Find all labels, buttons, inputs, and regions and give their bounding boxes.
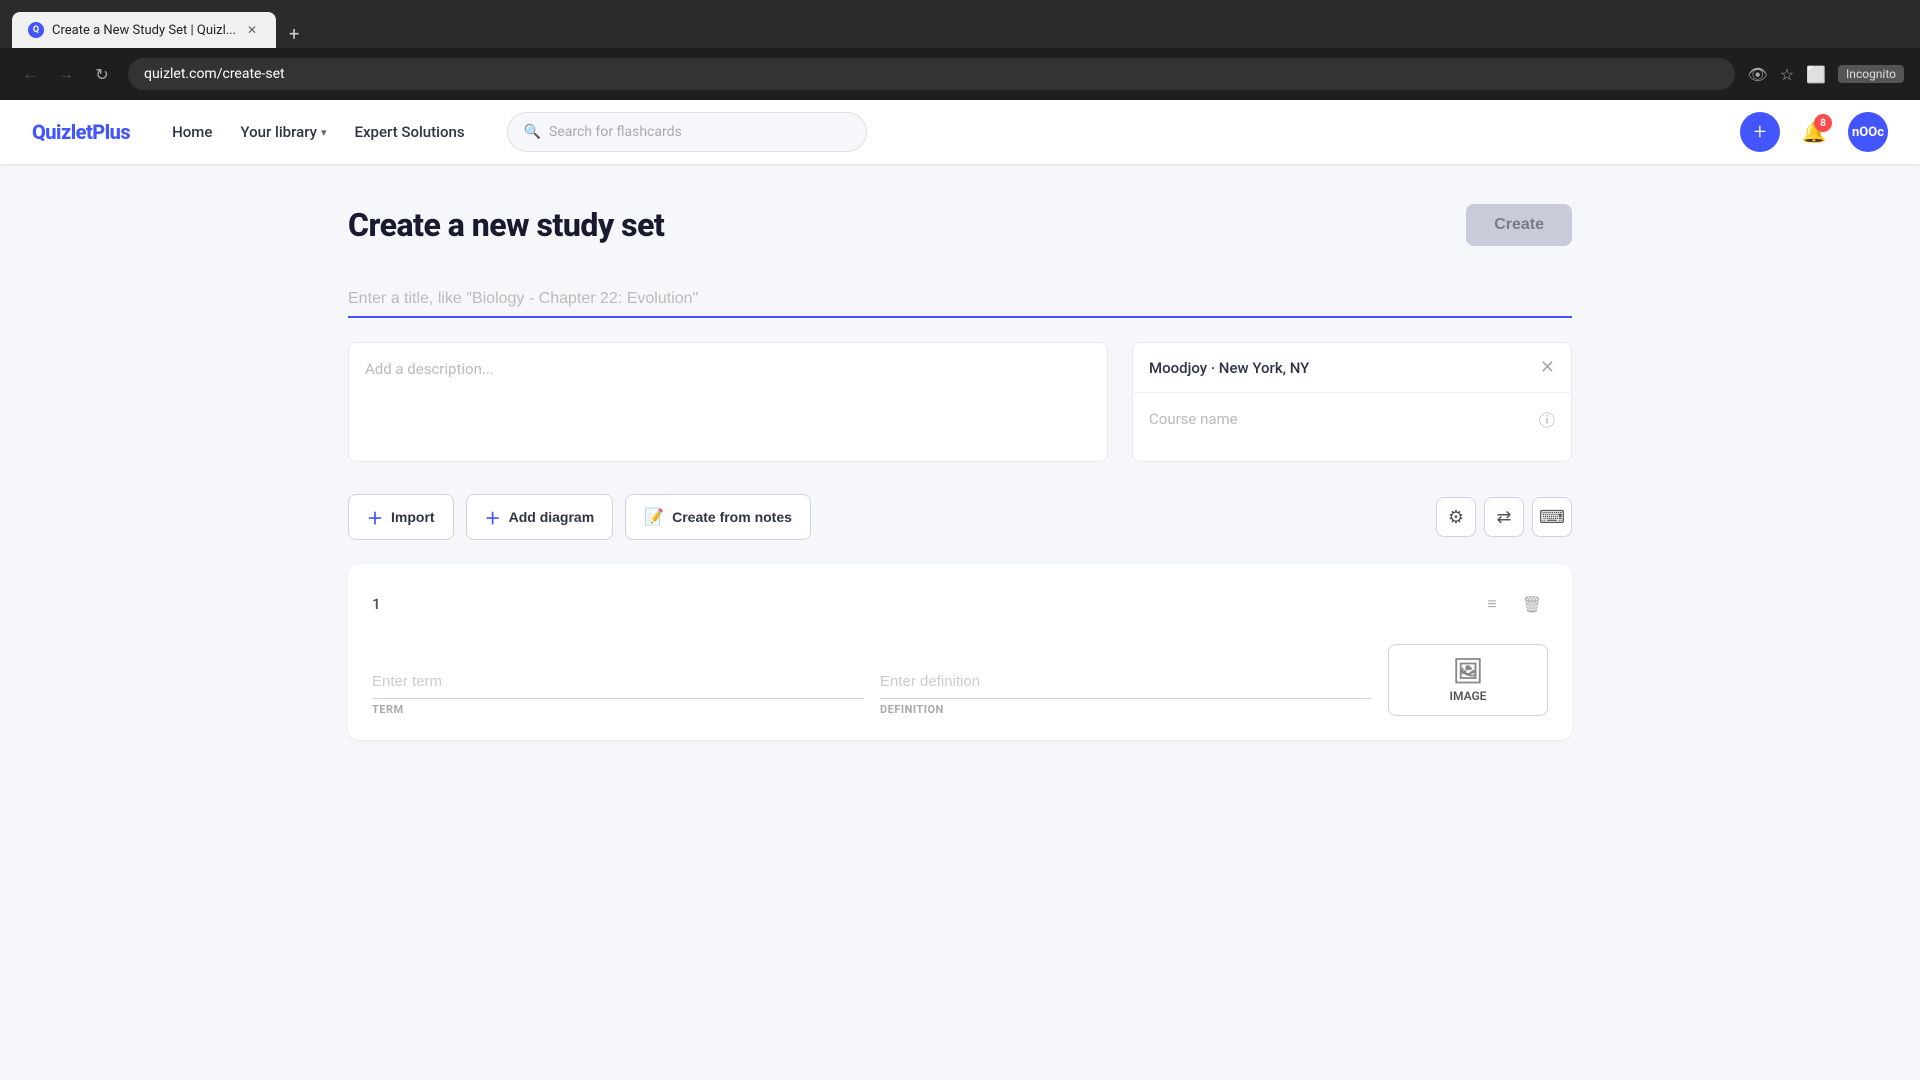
settings-btn[interactable]: ⚙ [1436,497,1476,537]
title-input[interactable] [348,282,1572,318]
refresh-btn[interactable]: ↻ [88,60,116,88]
page-header: Create a new study set Create [348,204,1572,246]
diagram-icon: ＋ [485,505,501,529]
extension-icon: ⬜ [1806,65,1826,84]
add-diagram-button[interactable]: ＋ Add diagram [466,494,614,540]
swap-icon: ⇄ [1496,507,1511,528]
notes-icon: 📝 [644,507,664,527]
incognito-badge: Incognito [1838,65,1904,83]
definition-input[interactable] [880,665,1372,699]
tab-title: Create a New Study Set | Quizl... [52,23,236,38]
address-actions: 👁 ☆ ⬜ Incognito [1747,65,1904,84]
title-input-wrap [348,282,1572,318]
reorder-btn[interactable]: ≡ [1476,588,1508,620]
tab-favicon: Q [28,22,44,38]
url-text: quizlet.com/create-set [144,66,285,82]
info-icon[interactable]: ⓘ [1539,407,1555,431]
home-label: Home [172,123,212,141]
school-row: Moodjoy · New York, NY ✕ [1133,343,1571,393]
search-placeholder: Search for flashcards [549,124,682,140]
browser-tabs: Q Create a New Study Set | Quizl... ✕ + [12,0,308,48]
import-label: Import [391,509,435,525]
import-button[interactable]: ＋ Import [348,494,454,540]
expert-solutions-label: Expert Solutions [355,123,465,141]
toolbar: ＋ Import ＋ Add diagram 📝 Create from not… [348,494,1572,540]
card-top: 1 ≡ 🗑 [372,588,1548,620]
image-icon: 🖼 [1453,657,1483,685]
tab-close-btn[interactable]: ✕ [244,22,260,38]
toolbar-left: ＋ Import ＋ Add diagram 📝 Create from not… [348,494,811,540]
keyboard-icon: ⌨ [1539,507,1565,528]
nav-links: Home Your library ▾ Expert Solutions [162,117,474,147]
description-placeholder: Add a description... [365,360,494,378]
notification-badge: 8 [1814,114,1832,132]
image-btn[interactable]: 🖼 IMAGE [1388,644,1548,716]
your-library-label: Your library [240,123,317,141]
add-diagram-label: Add diagram [509,509,595,525]
search-bar[interactable]: 🔍 Search for flashcards [507,112,867,152]
course-placeholder: Course name [1149,410,1539,428]
term-label: TERM [372,703,864,716]
page-content: Create a new study set Create Add a desc… [300,164,1620,796]
nav-buttons: ← → ↻ [16,60,116,88]
swap-btn[interactable]: ⇄ [1484,497,1524,537]
add-button[interactable]: + [1740,112,1780,152]
forward-btn[interactable]: → [52,60,80,88]
address-bar: ← → ↻ quizlet.com/create-set 👁 ☆ ⬜ Incog… [0,48,1920,100]
chevron-down-icon: ▾ [321,126,327,139]
image-label: IMAGE [1450,689,1487,703]
definition-field-wrap: DEFINITION [880,665,1372,716]
keyboard-btn[interactable]: ⌨ [1532,497,1572,537]
delete-card-btn[interactable]: 🗑 [1516,588,1548,620]
create-from-notes-button[interactable]: 📝 Create from notes [625,494,811,540]
course-row[interactable]: Course name ⓘ [1133,393,1571,445]
your-library-link[interactable]: Your library ▾ [230,117,336,147]
plus-icon: ＋ [367,505,383,529]
new-tab-btn[interactable]: + [280,20,308,48]
star-icon: ☆ [1780,65,1794,84]
flashcard-1: 1 ≡ 🗑 TERM DEFINITION 🖼 IMAGE [348,564,1572,740]
two-col: Add a description... Moodjoy · New York,… [348,342,1572,462]
search-icon: 🔍 [524,124,541,140]
term-field-wrap: TERM [372,665,864,716]
logo[interactable]: QuizletPlus [32,120,130,144]
notification-btn[interactable]: 🔔 8 [1796,114,1832,150]
school-name: Moodjoy · New York, NY [1149,359,1532,377]
card-top-actions: ≡ 🗑 [1476,588,1548,620]
back-btn[interactable]: ← [16,60,44,88]
avatar-text: nOOc [1852,125,1884,140]
active-tab[interactable]: Q Create a New Study Set | Quizl... ✕ [12,12,276,48]
description-box[interactable]: Add a description... [348,342,1108,462]
nav-actions: + 🔔 8 nOOc [1740,112,1888,152]
card-fields: TERM DEFINITION 🖼 IMAGE [372,644,1548,716]
url-bar[interactable]: quizlet.com/create-set [128,58,1735,90]
page-title: Create a new study set [348,206,664,244]
home-link[interactable]: Home [162,117,222,147]
definition-label: DEFINITION [880,703,1372,716]
eye-slash-icon: 👁 [1747,65,1767,84]
school-close-btn[interactable]: ✕ [1540,357,1555,378]
school-box: Moodjoy · New York, NY ✕ Course name ⓘ [1132,342,1572,462]
card-number: 1 [372,595,381,613]
toolbar-right: ⚙ ⇄ ⌨ [1436,497,1572,537]
create-from-notes-label: Create from notes [672,509,792,525]
app-nav: QuizletPlus Home Your library ▾ Expert S… [0,100,1920,164]
expert-solutions-link[interactable]: Expert Solutions [345,117,475,147]
term-input[interactable] [372,665,864,699]
gear-icon: ⚙ [1448,507,1464,528]
create-button[interactable]: Create [1466,204,1572,246]
browser-chrome: Q Create a New Study Set | Quizl... ✕ + [0,0,1920,48]
avatar[interactable]: nOOc [1848,112,1888,152]
